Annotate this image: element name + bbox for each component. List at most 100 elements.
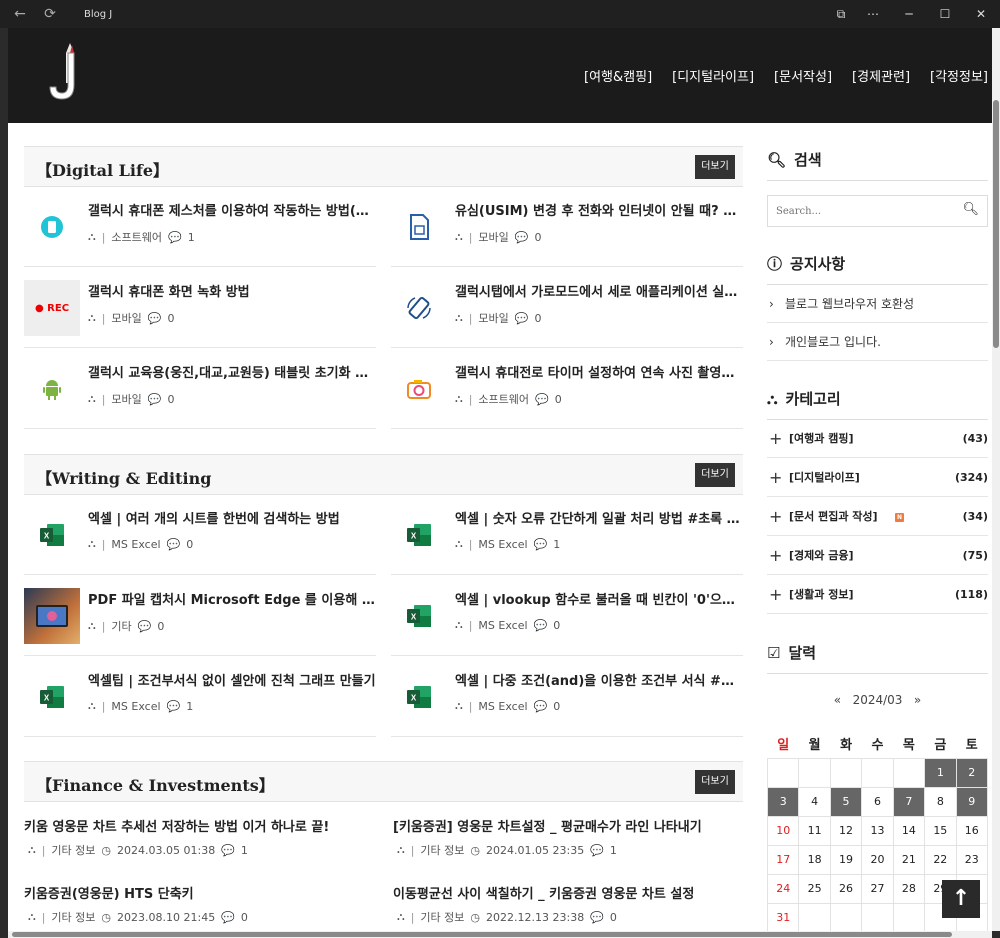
nav-digital-life[interactable]: [디지털라이프] — [672, 66, 754, 85]
calendar-day[interactable]: 5 — [829, 786, 863, 817]
calendar-next-button[interactable]: » — [914, 693, 921, 707]
post-item[interactable]: 갤럭시 휴대폰 제스처를 이용하여 작동하는 방법(스마트 제스처) ⛬|소프트… — [24, 187, 376, 267]
calendar-day[interactable]: 3 — [766, 786, 800, 817]
post-category[interactable]: 기타 — [111, 618, 131, 634]
post-title[interactable]: 갤럭시 교육용(웅진,대교,교원등) 태블릿 초기화 방법 — [88, 362, 376, 381]
calendar-day[interactable]: 19 — [829, 844, 863, 875]
calendar-day[interactable]: 27 — [861, 873, 894, 904]
calendar-prev-button[interactable]: « — [834, 693, 841, 707]
post-category[interactable]: 모바일 — [111, 391, 141, 407]
scroll-to-top-button[interactable]: ↑ — [942, 880, 980, 918]
category-item[interactable]: + [경제와 금융] (75) — [767, 537, 988, 575]
calendar-day[interactable]: 2 — [955, 757, 989, 788]
maximize-icon[interactable]: ☐ — [928, 0, 962, 28]
post-category[interactable]: MS Excel — [478, 538, 527, 551]
post-item[interactable]: X 엑셀팁 | 조건부서식 없이 셀안에 진척 그래프 만들기 ⛬ | MS Exc… — [24, 657, 376, 737]
category-item[interactable]: + [문서 편집과 작성] N (34) — [767, 498, 988, 536]
post-category[interactable]: MS Excel — [478, 619, 527, 632]
post-item[interactable]: ● REC 갤럭시 휴대폰 화면 녹화 방법 ⛬ | 모바일 💬 0 — [24, 268, 376, 348]
nav-info[interactable]: [각정정보] — [930, 66, 988, 85]
post-title[interactable]: 키움 영웅문 차트 추세선 저장하는 방법 이거 하나로 끝! — [24, 816, 376, 835]
scrollbar-thumb[interactable] — [12, 932, 952, 937]
post-title[interactable]: 이동평균선 사이 색칠하기 _ 키움증권 영웅문 차트 설정 — [393, 883, 745, 902]
post-item[interactable]: 유심(USIM) 변경 후 전화와 인터넷이 안될 때? 해결방법 ⛬ | 모바일 💬… — [391, 187, 743, 267]
post-title[interactable]: 갤럭시 휴대폰 제스처를 이용하여 작동하는 방법(스마트 제스처) — [88, 200, 376, 219]
expand-plus-icon[interactable]: + — [769, 420, 782, 458]
post-title[interactable]: [키움증권] 영웅문 차트설정 _ 평균매수가 라인 나타내기 — [393, 816, 745, 835]
calendar-day[interactable]: 23 — [955, 844, 989, 875]
blog-logo-icon[interactable] — [48, 43, 88, 103]
back-arrow-icon[interactable]: ← — [10, 6, 30, 22]
calendar-day[interactable]: 4 — [798, 786, 831, 817]
calendar-day[interactable]: 10 — [766, 815, 800, 846]
search-input[interactable] — [768, 196, 948, 226]
nav-economy[interactable]: [경제관련] — [852, 66, 910, 85]
post-title[interactable]: 갤럭시탭에서 가로모드에서 세로 애플리케이션 실행 방법 — [455, 281, 743, 300]
close-icon[interactable]: ✕ — [964, 0, 998, 28]
post-category[interactable]: 소프트웨어 — [478, 391, 529, 407]
post-title[interactable]: 엑셀 | vlookup 함수로 불러올 때 빈칸이 '0'으로 나오는 경우 — [455, 589, 743, 608]
nav-travel-camping[interactable]: [여행&캠핑] — [584, 66, 652, 85]
post-category[interactable]: MS Excel — [478, 700, 527, 713]
post-item[interactable]: 키움 영웅문 차트 추세선 저장하는 방법 이거 하나로 끝! ⛬ | 기타 정보 ◷… — [24, 816, 376, 870]
calendar-day[interactable]: 13 — [861, 815, 894, 846]
calendar-day[interactable]: 16 — [955, 815, 989, 846]
post-title[interactable]: 엑셀 | 다중 조건(and)을 이용한 조건부 서식 #함수 — [455, 670, 743, 689]
post-title[interactable]: 유심(USIM) 변경 후 전화와 인터넷이 안될 때? 해결방법 — [455, 200, 743, 219]
post-item[interactable]: [키움증권] 영웅문 차트설정 _ 평균매수가 라인 나타내기 ⛬ | 기타 정보 ◷… — [393, 816, 745, 870]
calendar-day[interactable]: 20 — [861, 844, 894, 875]
post-item[interactable]: PDF 파일 캡처시 Microsoft Edge 를 이용해 보세요 ⛬ | 기타… — [24, 576, 376, 656]
post-title[interactable]: 엑셀 | 여러 개의 시트를 한번에 검색하는 방법 — [88, 508, 376, 527]
post-category[interactable]: 기타 정보 — [51, 842, 95, 858]
calendar-day[interactable]: 28 — [892, 873, 926, 904]
more-button[interactable]: 더보기 — [695, 463, 735, 487]
post-item[interactable]: 키움증권(영웅문) HTS 단축키 ⛬ | 기타 정보 ◷ 2023.08.10 21:… — [24, 883, 376, 931]
post-title[interactable]: PDF 파일 캡처시 Microsoft Edge 를 이용해 보세요 — [88, 589, 376, 608]
calendar-day[interactable]: 7 — [892, 786, 926, 817]
post-item[interactable]: 갤럭시 교육용(웅진,대교,교원등) 태블릿 초기화 방법 ⛬ | 모바일 💬 0 — [24, 349, 376, 429]
post-title[interactable]: 갤럭시 휴대폰 화면 녹화 방법 — [88, 281, 376, 300]
post-item[interactable]: 갤럭시 휴대전로 타이머 설정하여 연속 사진 촬영하기 ⛬ | 소프트웨어 💬 0 — [391, 349, 743, 429]
notice-item[interactable]: › 개인블로그 입니다. — [767, 323, 988, 361]
calendar-day[interactable]: 21 — [892, 844, 926, 875]
post-category[interactable]: 기타 정보 — [420, 909, 464, 925]
scrollbar-thumb[interactable] — [993, 100, 999, 348]
post-title[interactable]: 엑셀 | 숫자 오류 간단하게 일괄 처리 방법 #초록 삼각형 — [455, 508, 743, 527]
post-category[interactable]: 모바일 — [111, 310, 141, 326]
calendar-day[interactable]: 8 — [924, 786, 957, 817]
more-button[interactable]: 더보기 — [695, 770, 735, 794]
post-item[interactable]: 갤럭시탭에서 가로모드에서 세로 애플리케이션 실행 방법 ⛬ | 모바일 💬 0 — [391, 268, 743, 348]
calendar-day[interactable]: 11 — [798, 815, 831, 846]
calendar-day[interactable]: 24 — [766, 873, 800, 904]
calendar-day[interactable]: 15 — [924, 815, 957, 846]
post-item[interactable]: 이동평균선 사이 색칠하기 _ 키움증권 영웅문 차트 설정 ⛬ | 기타 정보 ◷ 2… — [393, 883, 745, 931]
expand-plus-icon[interactable]: + — [769, 459, 782, 497]
more-button[interactable]: 더보기 — [695, 155, 735, 179]
app-mode-icon[interactable]: ⧉ — [824, 0, 858, 28]
notice-item[interactable]: › 블로그 웹브라우저 호환성 — [767, 285, 988, 323]
category-item[interactable]: + [여행과 캠핑] (43) — [767, 420, 988, 458]
search-submit-icon[interactable]: 🔍︎ — [962, 202, 979, 217]
post-category[interactable]: 모바일 — [478, 229, 508, 245]
horizontal-scrollbar[interactable] — [8, 931, 992, 938]
calendar-day[interactable]: 18 — [798, 844, 831, 875]
post-title[interactable]: 엑셀팁 | 조건부서식 없이 셀안에 진척 그래프 만들기 — [88, 670, 376, 689]
calendar-day[interactable]: 31 — [766, 902, 800, 931]
post-title[interactable]: 키움증권(영웅문) HTS 단축키 — [24, 883, 376, 902]
post-category[interactable]: 소프트웨어 — [111, 229, 162, 245]
post-item[interactable]: X 엑셀 | 여러 개의 시트를 한번에 검색하는 방법 ⛬ | MS Excel 💬… — [24, 495, 376, 575]
post-item[interactable]: X 엑셀 | 숫자 오류 간단하게 일괄 처리 방법 #초록 삼각형 ⛬ | MS … — [391, 495, 743, 575]
calendar-day[interactable]: 22 — [924, 844, 957, 875]
post-item[interactable]: X 엑셀 | vlookup 함수로 불러올 때 빈칸이 '0'으로 나오는 경… — [391, 576, 743, 656]
expand-plus-icon[interactable]: + — [769, 576, 782, 614]
calendar-day[interactable]: 1 — [924, 757, 957, 788]
refresh-icon[interactable]: ⟳ — [40, 6, 60, 22]
calendar-day[interactable]: 26 — [829, 873, 863, 904]
category-item[interactable]: + [생활과 정보] (118) — [767, 576, 988, 614]
post-category[interactable]: 모바일 — [478, 310, 508, 326]
expand-plus-icon[interactable]: + — [769, 537, 782, 575]
calendar-day[interactable]: 9 — [955, 786, 989, 817]
calendar-day[interactable]: 6 — [861, 786, 894, 817]
post-title[interactable]: 갤럭시 휴대전로 타이머 설정하여 연속 사진 촬영하기 — [455, 362, 743, 381]
minimize-icon[interactable]: ─ — [892, 0, 926, 28]
